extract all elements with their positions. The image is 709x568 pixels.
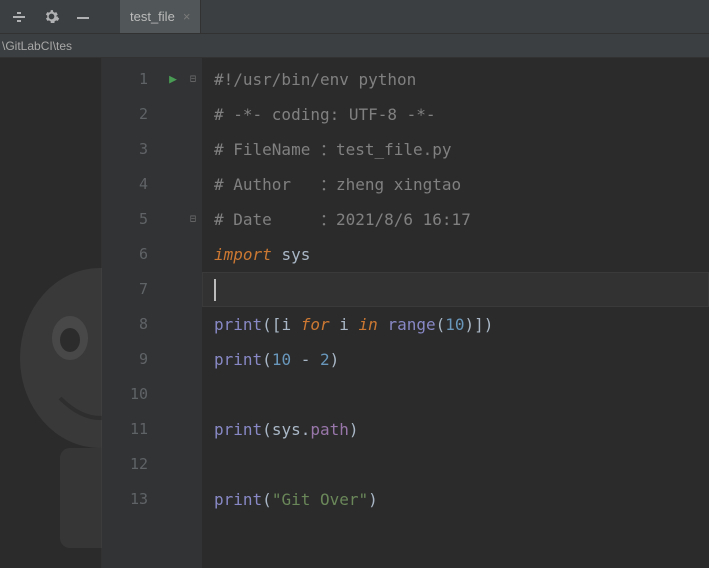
line-number: 6	[102, 237, 162, 272]
toolbar: test_file ×	[0, 0, 709, 34]
toolbar-icons	[0, 8, 102, 26]
line-number: 5	[102, 202, 162, 237]
line-number: 12	[102, 447, 162, 482]
fold-close-icon[interactable]: ⊟	[190, 213, 196, 226]
fold-open-icon[interactable]: ⊟	[190, 73, 196, 86]
tab-bar: test_file ×	[120, 0, 201, 33]
line-number-gutter: 1 2 3 4 5 6 7 8 9 10 11 12 13	[102, 58, 162, 568]
code-line: # -*- coding: UTF-8 -*-	[214, 97, 709, 132]
line-number: 10	[102, 377, 162, 412]
code-editor[interactable]: 1 2 3 4 5 6 7 8 9 10 11 12 13 ▶ ⊟ ⊟ #!/u…	[102, 58, 709, 568]
code-line	[214, 447, 709, 482]
line-number: 3	[102, 132, 162, 167]
tab-label: test_file	[130, 9, 175, 24]
editor: 1 2 3 4 5 6 7 8 9 10 11 12 13 ▶ ⊟ ⊟ #!/u…	[0, 58, 709, 568]
line-number: 13	[102, 482, 162, 517]
code-line: print(sys.path)	[214, 412, 709, 447]
line-number: 9	[102, 342, 162, 377]
run-gutter: ▶	[162, 58, 184, 568]
code-line: #!/usr/bin/env python	[214, 62, 709, 97]
line-number: 7	[102, 272, 162, 307]
line-number: 4	[102, 167, 162, 202]
file-tab[interactable]: test_file ×	[120, 0, 201, 33]
project-sidebar[interactable]	[0, 58, 102, 568]
code-line: print([i for i in range(10)])	[214, 307, 709, 342]
code-area[interactable]: #!/usr/bin/env python # -*- coding: UTF-…	[202, 58, 709, 517]
line-number: 1	[102, 62, 162, 97]
code-line: print(10 - 2)	[214, 342, 709, 377]
code-line: # Date ：2021/8/6 16:17	[214, 202, 709, 237]
gear-icon[interactable]	[42, 8, 60, 26]
text-caret	[214, 279, 216, 301]
line-number: 11	[102, 412, 162, 447]
code-line: import sys	[214, 237, 709, 272]
code-line: # FileName ：test_file.py	[214, 132, 709, 167]
code-line-current	[202, 272, 709, 307]
close-icon[interactable]: ×	[183, 9, 191, 24]
code-line: print("Git Over")	[214, 482, 709, 517]
code-line	[214, 377, 709, 412]
code-line: # Author ：zheng xingtao	[214, 167, 709, 202]
minimize-icon[interactable]	[74, 8, 92, 26]
collapse-icon[interactable]	[10, 8, 28, 26]
breadcrumb: \GitLabCI\tes	[0, 34, 709, 58]
fold-gutter: ⊟ ⊟	[184, 58, 202, 568]
line-number: 2	[102, 97, 162, 132]
path-text: \GitLabCI\tes	[2, 39, 72, 53]
run-icon[interactable]: ▶	[169, 72, 177, 87]
line-number: 8	[102, 307, 162, 342]
